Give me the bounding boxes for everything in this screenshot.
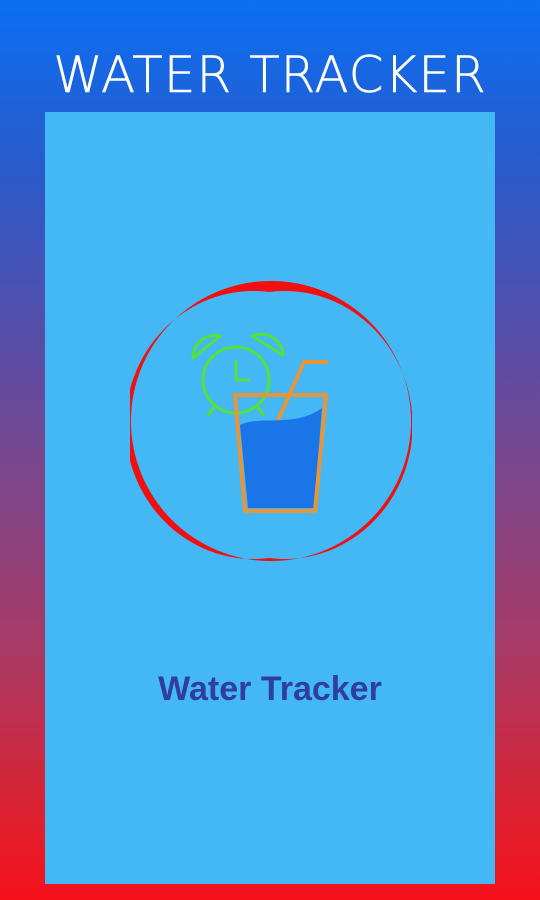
splash-screen: Water Tracker: [45, 112, 495, 884]
alarm-clock-icon: [191, 332, 285, 417]
app-logo: [130, 281, 412, 561]
app-name: Water Tracker: [158, 670, 382, 708]
banner-title: WATER TRACKER: [53, 46, 487, 105]
